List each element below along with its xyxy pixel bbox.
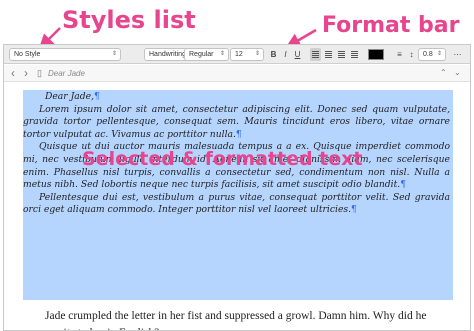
style-select-value: No Style — [14, 51, 41, 58]
up-arrow-icon[interactable]: ⌃ — [440, 66, 447, 80]
format-bar: No Style ⇕ Handwriting - Da... ⇕ Regular… — [4, 45, 470, 64]
back-button[interactable]: ‹ — [11, 66, 15, 80]
selected-text-callout: Selected & formatted text — [82, 148, 363, 170]
pilcrow-mark: ¶ — [351, 204, 357, 216]
font-size-value: 12 — [235, 51, 243, 58]
chevron-updown-icon: ⇕ — [219, 51, 225, 57]
editor-window: No Style ⇕ Handwriting - Da... ⇕ Regular… — [3, 44, 471, 331]
justify-button[interactable] — [349, 48, 360, 61]
unformatted-paragraph: Jade crumpled the letter in her fist and… — [23, 310, 427, 330]
align-center-button[interactable] — [323, 48, 334, 61]
italic-button[interactable]: I — [280, 48, 291, 61]
chevron-updown-icon: ⇕ — [111, 51, 117, 57]
line-spacing-icon[interactable]: ↕ — [406, 48, 417, 61]
navigation-bar: ‹ › ▯ Dear Jade ⌃ ⌄ — [4, 65, 470, 82]
greeting-text: Dear Jade, — [45, 91, 94, 102]
paragraph-3-text: Pellentesque dui est, vestibulum a purus… — [23, 191, 450, 216]
down-arrow-icon[interactable]: ⌄ — [454, 66, 461, 80]
more-options-button[interactable]: ⋯ — [452, 48, 463, 61]
align-left-button[interactable] — [310, 48, 321, 61]
style-select[interactable]: No Style ⇕ — [9, 48, 121, 61]
forward-button[interactable]: › — [24, 66, 28, 80]
document-title: Dear Jade — [48, 69, 85, 78]
line-spacing-value: 0.8 — [423, 51, 433, 58]
underline-button[interactable]: U — [292, 48, 303, 61]
line-spacing-field[interactable]: 0.8 ⇕ — [418, 48, 446, 61]
list-button[interactable]: ≡ — [394, 48, 405, 61]
font-weight-value: Regular — [189, 51, 214, 58]
align-right-button[interactable] — [336, 48, 347, 61]
align-left-icon — [312, 51, 319, 58]
chevron-updown-icon: ⇕ — [254, 51, 260, 57]
font-weight-select[interactable]: Regular ⇕ — [184, 48, 229, 61]
justify-icon — [351, 51, 358, 58]
document-icon: ▯ — [37, 68, 42, 78]
bold-button[interactable]: B — [268, 48, 279, 61]
pilcrow-mark: ¶ — [94, 91, 100, 102]
pilcrow-mark: ¶ — [400, 179, 407, 191]
selected-text-block[interactable]: Dear Jade,¶ Lorem ipsum dolor sit amet, … — [23, 90, 453, 300]
text-color-swatch[interactable] — [368, 49, 384, 60]
chevron-updown-icon: ⇕ — [436, 51, 442, 57]
greeting-line: Dear Jade,¶ — [23, 91, 450, 104]
pilcrow-mark: ¶ — [235, 128, 242, 140]
font-size-field[interactable]: 12 ⇕ — [230, 48, 264, 61]
text-editor[interactable]: Dear Jade,¶ Lorem ipsum dolor sit amet, … — [4, 83, 470, 330]
paragraph: Lorem ipsum dolor sit amet, consectetur … — [23, 104, 450, 142]
align-right-icon — [338, 51, 345, 58]
paragraph: Pellentesque dui est, vestibulum a purus… — [23, 192, 450, 217]
align-center-icon — [325, 51, 332, 58]
